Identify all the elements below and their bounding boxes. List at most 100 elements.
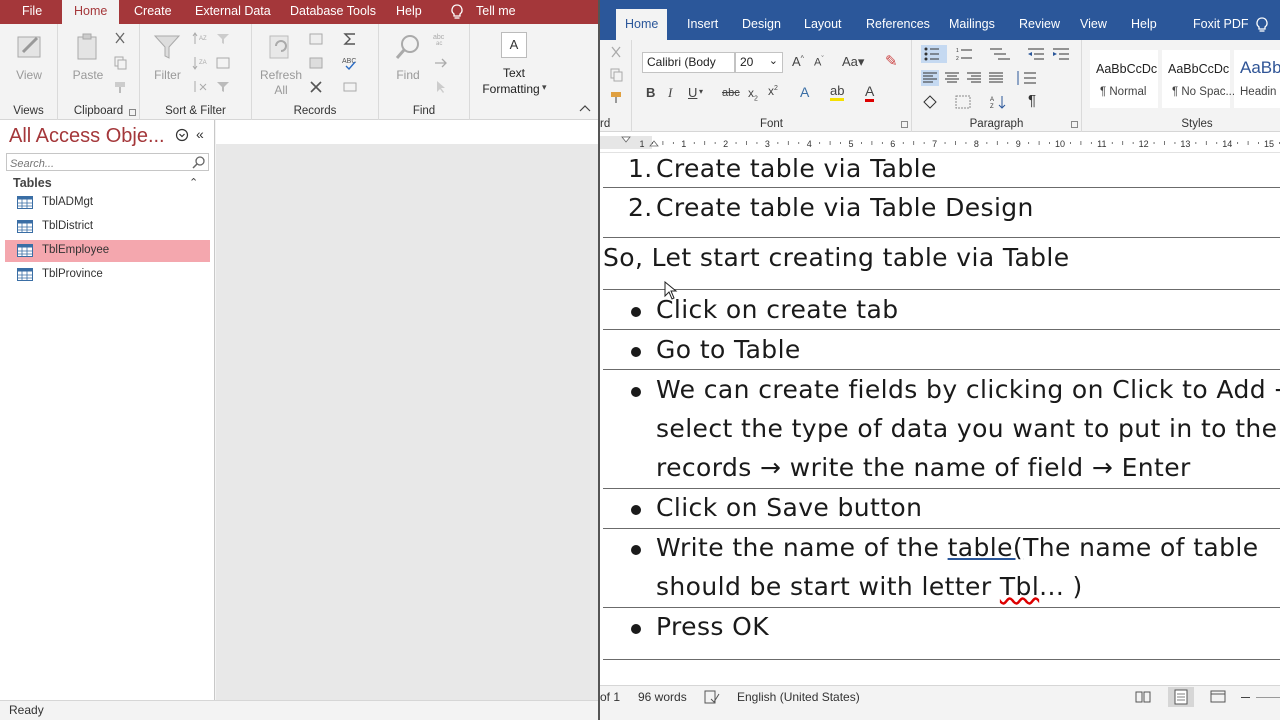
zoom-slider[interactable] [1256, 697, 1280, 698]
justify-icon[interactable] [987, 70, 1005, 86]
tab-layout[interactable]: Layout [804, 17, 842, 31]
tab-help[interactable]: Help [1131, 17, 1157, 31]
tab-mailings[interactable]: Mailings [949, 17, 995, 31]
zoom-out-icon[interactable] [1241, 697, 1250, 698]
tab-references[interactable]: References [866, 17, 930, 31]
tab-home[interactable]: Home [616, 9, 668, 40]
shading-icon[interactable] [921, 94, 943, 110]
chevron-down-icon[interactable]: ⌄ [769, 54, 778, 67]
tab-create[interactable]: Create [134, 0, 172, 24]
tab-foxit-pdf[interactable]: Foxit PDF [1193, 17, 1249, 31]
align-center-icon[interactable] [943, 70, 961, 86]
find-button[interactable]: Find [388, 68, 428, 82]
chevron-down-icon[interactable]: ▾ [542, 82, 547, 93]
tab-database-tools[interactable]: Database Tools [290, 0, 376, 24]
page-count[interactable]: of 1 [600, 690, 620, 704]
print-layout-icon[interactable] [1168, 687, 1194, 707]
style-heading[interactable]: AaBb Headin [1234, 50, 1280, 108]
remove-sort-icon[interactable] [192, 80, 208, 94]
format-painter-icon[interactable] [112, 80, 128, 94]
font-color-icon[interactable]: A [865, 84, 875, 102]
tell-me-box[interactable]: Tell me [476, 0, 516, 24]
italic-icon[interactable]: I [668, 85, 672, 101]
sort-ascending-icon[interactable]: AZ [192, 32, 208, 46]
replace-icon[interactable]: abcac [433, 32, 449, 46]
sort-icon[interactable]: AZ [990, 94, 1012, 110]
text-formatting-button[interactable]: Text [470, 66, 558, 80]
nav-item-tblemployee[interactable]: TblEmployee [5, 240, 210, 262]
copy-icon[interactable] [608, 68, 624, 82]
strikethrough-icon[interactable]: abc [722, 87, 740, 99]
more-records-icon[interactable] [342, 80, 358, 94]
underline-dropdown-icon[interactable]: ▾ [699, 87, 703, 96]
paste-button[interactable]: Paste [68, 68, 108, 82]
nav-menu-dropdown-icon[interactable] [175, 128, 189, 142]
bold-icon[interactable]: B [646, 85, 655, 100]
refresh-all-button[interactable]: Refresh [257, 68, 305, 82]
bullets-icon[interactable] [921, 45, 947, 63]
language-indicator[interactable]: English (United States) [737, 690, 860, 704]
style-no-spacing[interactable]: AaBbCcDc ¶ No Spac... [1162, 50, 1235, 108]
select-icon[interactable] [433, 80, 449, 94]
underline-icon[interactable]: U [688, 85, 697, 100]
web-layout-icon[interactable] [1210, 690, 1226, 703]
shutter-bar-close-icon[interactable]: « [196, 126, 204, 142]
tab-insert[interactable]: Insert [687, 17, 718, 31]
font-size-combo[interactable]: 20 ⌄ [735, 52, 783, 73]
show-formatting-icon[interactable]: ¶ [1028, 92, 1036, 109]
horizontal-ruler[interactable]: 112345678910111213141516 [600, 133, 1280, 153]
subscript-icon[interactable]: x2 [748, 86, 758, 102]
text-effects-icon[interactable]: A [800, 84, 809, 100]
go-to-icon[interactable] [433, 56, 449, 70]
copy-icon[interactable] [112, 56, 128, 70]
read-mode-icon[interactable] [1135, 690, 1151, 703]
paragraph-launcher-icon[interactable] [1071, 121, 1078, 128]
totals-icon[interactable] [342, 32, 358, 46]
lightbulb-icon[interactable] [1255, 17, 1269, 33]
highlight-icon[interactable]: ab [830, 84, 845, 101]
tab-file[interactable]: File [22, 0, 42, 24]
word-count[interactable]: 96 words [638, 690, 687, 704]
borders-icon[interactable] [954, 94, 976, 110]
decrease-indent-icon[interactable] [1026, 46, 1046, 62]
multilevel-list-icon[interactable] [988, 46, 1012, 62]
tab-help[interactable]: Help [396, 0, 422, 24]
tab-design[interactable]: Design [742, 17, 781, 31]
selection-filter-icon[interactable] [216, 32, 232, 46]
nav-section-tables[interactable]: Tables [13, 176, 52, 190]
search-icon[interactable] [192, 155, 206, 169]
align-left-icon[interactable] [921, 70, 939, 86]
numbering-icon[interactable]: 12 [956, 46, 978, 62]
nav-item-tblprovince[interactable]: TblProvince [5, 264, 210, 286]
tab-review[interactable]: Review [1019, 17, 1060, 31]
toggle-filter-icon[interactable] [216, 80, 232, 94]
clear-formatting-icon[interactable]: ✎ [885, 52, 898, 70]
nav-search-input[interactable] [7, 156, 187, 172]
collapse-section-icon[interactable]: ⌃ [189, 176, 198, 189]
shrink-font-icon[interactable]: Aˇ [814, 56, 824, 69]
sort-descending-icon[interactable]: ZA [192, 56, 208, 70]
proofing-icon[interactable] [704, 690, 720, 704]
save-record-icon[interactable] [308, 56, 324, 70]
line-spacing-icon[interactable] [1014, 70, 1038, 86]
nav-item-tbladmgt[interactable]: TblADMgt [5, 192, 210, 214]
tab-external-data[interactable]: External Data [195, 0, 271, 24]
spelling-icon[interactable]: ABC [342, 56, 358, 70]
advanced-filter-icon[interactable] [216, 56, 232, 70]
format-painter-icon[interactable] [608, 90, 624, 104]
delete-record-icon[interactable] [308, 80, 324, 94]
tab-home[interactable]: Home [62, 0, 120, 24]
nav-pane-title[interactable]: All Access Obje... [9, 125, 165, 148]
font-name-combo[interactable]: Calibri (Body [642, 52, 735, 73]
cut-icon[interactable] [112, 32, 128, 46]
style-normal[interactable]: AaBbCcDc ¶ Normal [1090, 50, 1158, 108]
collapse-ribbon-icon[interactable] [579, 104, 591, 112]
new-record-icon[interactable] [308, 32, 324, 46]
filter-button[interactable]: Filter [145, 68, 190, 82]
clipboard-launcher-icon[interactable] [129, 109, 136, 116]
view-button[interactable]: View [0, 68, 58, 82]
grow-font-icon[interactable]: A^ [792, 54, 804, 69]
align-right-icon[interactable] [965, 70, 983, 86]
cut-icon[interactable] [608, 46, 624, 60]
document-page[interactable]: 1. Create table via Table 2. Create tabl… [600, 153, 1280, 685]
